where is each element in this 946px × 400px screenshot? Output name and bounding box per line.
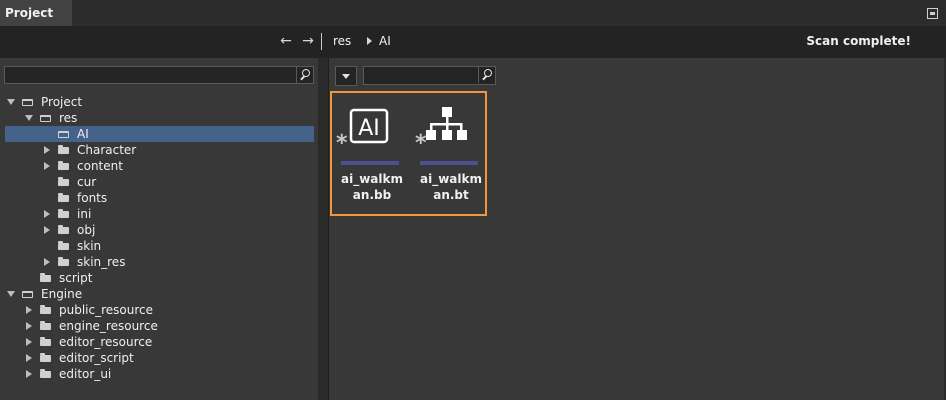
tree-item-label: fonts <box>77 191 108 205</box>
collapse-arrow-icon[interactable] <box>44 226 50 234</box>
file-name: ai_walkm an.bt <box>420 172 482 202</box>
tree-item-label: ini <box>77 207 92 221</box>
file-view-panel: AI * ai_walkm an.bb * ai_walkm an.bt <box>328 58 946 400</box>
modified-star-icon: * <box>415 131 427 156</box>
expand-arrow-icon[interactable] <box>7 99 15 105</box>
tree-item-editor-script[interactable]: editor_script <box>5 350 314 366</box>
tree-item-obj[interactable]: obj <box>5 222 314 238</box>
collapse-arrow-icon[interactable] <box>44 210 50 218</box>
folder-icon <box>58 209 69 218</box>
breadcrumb-ai[interactable]: AI <box>379 34 391 48</box>
file-type-bar <box>341 161 399 165</box>
tree-item-project[interactable]: Project <box>5 94 314 110</box>
panel-splitter[interactable] <box>318 58 328 400</box>
filter-dropdown[interactable] <box>335 66 357 86</box>
breadcrumb-res[interactable]: res <box>333 34 351 48</box>
file-item-ai-blackboard[interactable]: AI * ai_walkm an.bb <box>336 93 408 208</box>
tree-search-input[interactable] <box>4 66 314 84</box>
folder-tree-panel: Project res AI Character content cur fonts ini o… <box>0 58 318 400</box>
collapse-arrow-icon[interactable] <box>26 354 32 362</box>
back-arrow-icon[interactable]: ← <box>278 33 294 49</box>
folder-icon <box>58 225 69 234</box>
tree-item-skin[interactable]: skin <box>5 238 314 254</box>
tree-item-label: AI <box>77 127 89 141</box>
expand-arrow-icon[interactable] <box>25 115 33 121</box>
folder-icon <box>58 161 69 170</box>
folder-icon <box>40 337 51 346</box>
tree-item-label: script <box>59 271 93 285</box>
navigation-bar: ← → res AI Scan complete! <box>0 26 946 58</box>
tree-item-fonts[interactable]: fonts <box>5 190 314 206</box>
tree-item-editor-resource[interactable]: editor_resource <box>5 334 314 350</box>
collapse-arrow-icon[interactable] <box>26 306 32 314</box>
file-type-bar <box>420 161 478 165</box>
folder-tree: Project res AI Character content cur fonts ini o… <box>5 94 314 382</box>
tree-item-label: editor_resource <box>59 335 153 349</box>
folder-icon <box>40 321 51 330</box>
tab-project[interactable]: Project <box>0 0 72 26</box>
pin-icon[interactable] <box>927 8 938 19</box>
tree-item-public-resource[interactable]: public_resource <box>5 302 314 318</box>
folder-icon <box>58 193 69 202</box>
tree-item-cur[interactable]: cur <box>5 174 314 190</box>
tree-item-label: res <box>59 111 78 125</box>
svg-text:AI: AI <box>358 116 380 141</box>
collapse-arrow-icon[interactable] <box>26 338 32 346</box>
search-button[interactable] <box>296 67 313 83</box>
tree-item-res[interactable]: res <box>5 110 314 126</box>
file-name: ai_walkm an.bb <box>341 172 403 202</box>
ai-blackboard-icon: AI <box>349 108 389 144</box>
file-item-behavior-tree[interactable]: * ai_walkm an.bt <box>415 93 487 208</box>
tree-item-label: Character <box>77 143 137 157</box>
forward-arrow-icon[interactable]: → <box>300 33 316 49</box>
file-search-input[interactable] <box>363 66 496 85</box>
collapse-arrow-icon[interactable] <box>26 370 32 378</box>
modified-star-icon: * <box>336 131 348 156</box>
tree-item-content[interactable]: content <box>5 158 314 174</box>
folder-icon <box>58 145 69 154</box>
collapse-arrow-icon[interactable] <box>44 258 50 266</box>
expand-arrow-icon[interactable] <box>7 291 15 297</box>
tree-item-label: skin_res <box>77 255 126 269</box>
selection-frame: AI * ai_walkm an.bb * ai_walkm an.bt <box>330 91 487 216</box>
tree-item-skin-res[interactable]: skin_res <box>5 254 314 270</box>
tree-item-ai[interactable]: AI <box>5 126 314 142</box>
tree-item-label: public_resource <box>59 303 154 317</box>
tree-item-script[interactable]: script <box>5 270 314 286</box>
folder-icon <box>40 305 51 314</box>
collapse-arrow-icon[interactable] <box>26 322 32 330</box>
tree-item-character[interactable]: Character <box>5 142 314 158</box>
collapse-arrow-icon[interactable] <box>44 162 50 170</box>
tree-item-label: cur <box>77 175 97 189</box>
nav-separator <box>321 33 322 50</box>
tree-item-label: skin <box>77 239 102 253</box>
collapse-arrow-icon[interactable] <box>44 146 50 154</box>
breadcrumb-chevron-icon <box>367 37 372 45</box>
tree-item-label: obj <box>77 223 96 237</box>
tree-item-editor-ui[interactable]: editor_ui <box>5 366 314 382</box>
behavior-tree-icon <box>426 107 467 140</box>
tree-item-label: editor_ui <box>59 367 112 381</box>
tree-item-label: content <box>77 159 123 173</box>
tree-item-ini[interactable]: ini <box>5 206 314 222</box>
tree-item-engine-resource[interactable]: engine_resource <box>5 318 314 334</box>
tree-item-label: Project <box>41 95 83 109</box>
folder-icon <box>40 273 51 282</box>
folder-icon <box>58 177 69 186</box>
tree-item-label: engine_resource <box>59 319 158 333</box>
folder-icon <box>58 257 69 266</box>
folder-open-icon <box>22 291 33 298</box>
panel-tabbar: Project <box>0 0 946 26</box>
tree-item-engine[interactable]: Engine <box>5 286 314 302</box>
folder-icon <box>58 241 69 250</box>
folder-open-icon <box>58 131 69 138</box>
file-search-button[interactable] <box>478 67 495 83</box>
folder-open-icon <box>40 115 51 122</box>
folder-open-icon <box>22 99 33 106</box>
tree-item-label: editor_script <box>59 351 134 365</box>
folder-icon <box>40 353 51 362</box>
tree-item-label: Engine <box>41 287 83 301</box>
folder-icon <box>40 369 51 378</box>
status-text: Scan complete! <box>806 34 911 48</box>
